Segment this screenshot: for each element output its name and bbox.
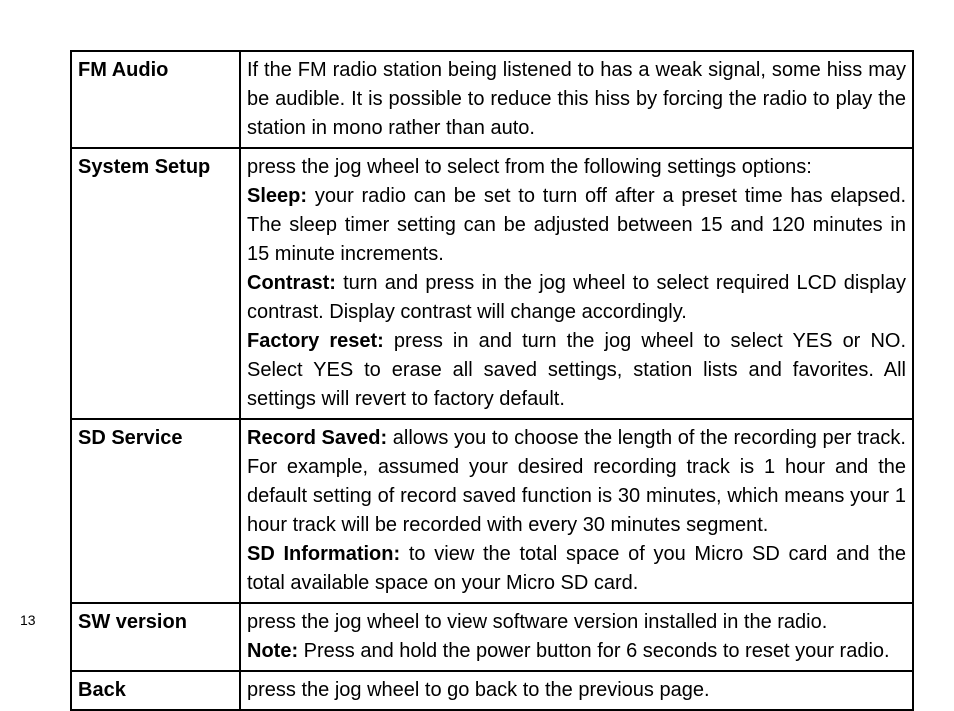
sw-version-line1: press the jog wheel to view software ver… — [247, 611, 827, 633]
table-row: FM Audio If the FM radio station being l… — [71, 51, 913, 148]
sd-information-label: SD Information: — [247, 543, 400, 565]
sleep-label: Sleep: — [247, 185, 307, 207]
sw-version-note-label: Note: — [247, 640, 298, 662]
row-desc-back: press the jog wheel to go back to the pr… — [240, 671, 913, 710]
sw-version-note-text: Press and hold the power button for 6 se… — [298, 640, 889, 662]
row-label-back: Back — [71, 671, 240, 710]
system-setup-intro: press the jog wheel to select from the f… — [247, 156, 812, 178]
manual-page: FM Audio If the FM radio station being l… — [0, 0, 954, 668]
row-desc-sw-version: press the jog wheel to view software ver… — [240, 603, 913, 671]
table-row: System Setup press the jog wheel to sele… — [71, 148, 913, 419]
table-row: Back press the jog wheel to go back to t… — [71, 671, 913, 710]
settings-table: FM Audio If the FM radio station being l… — [70, 50, 914, 711]
table-row: SW version press the jog wheel to view s… — [71, 603, 913, 671]
row-desc-fm-audio: If the FM radio station being listened t… — [240, 51, 913, 148]
record-saved-label: Record Saved: — [247, 427, 387, 449]
row-desc-system-setup: press the jog wheel to select from the f… — [240, 148, 913, 419]
row-label-system-setup: System Setup — [71, 148, 240, 419]
row-desc-sd-service: Record Saved: allows you to choose the l… — [240, 419, 913, 603]
sleep-text: your radio can be set to turn off after … — [247, 185, 906, 265]
contrast-label: Contrast: — [247, 272, 336, 294]
factory-reset-label: Factory reset: — [247, 330, 384, 352]
row-label-sd-service: SD Service — [71, 419, 240, 603]
table-row: SD Service Record Saved: allows you to c… — [71, 419, 913, 603]
row-label-sw-version: SW version — [71, 603, 240, 671]
row-label-fm-audio: FM Audio — [71, 51, 240, 148]
contrast-text: turn and press in the jog wheel to selec… — [247, 272, 906, 323]
page-number: 13 — [20, 612, 36, 628]
